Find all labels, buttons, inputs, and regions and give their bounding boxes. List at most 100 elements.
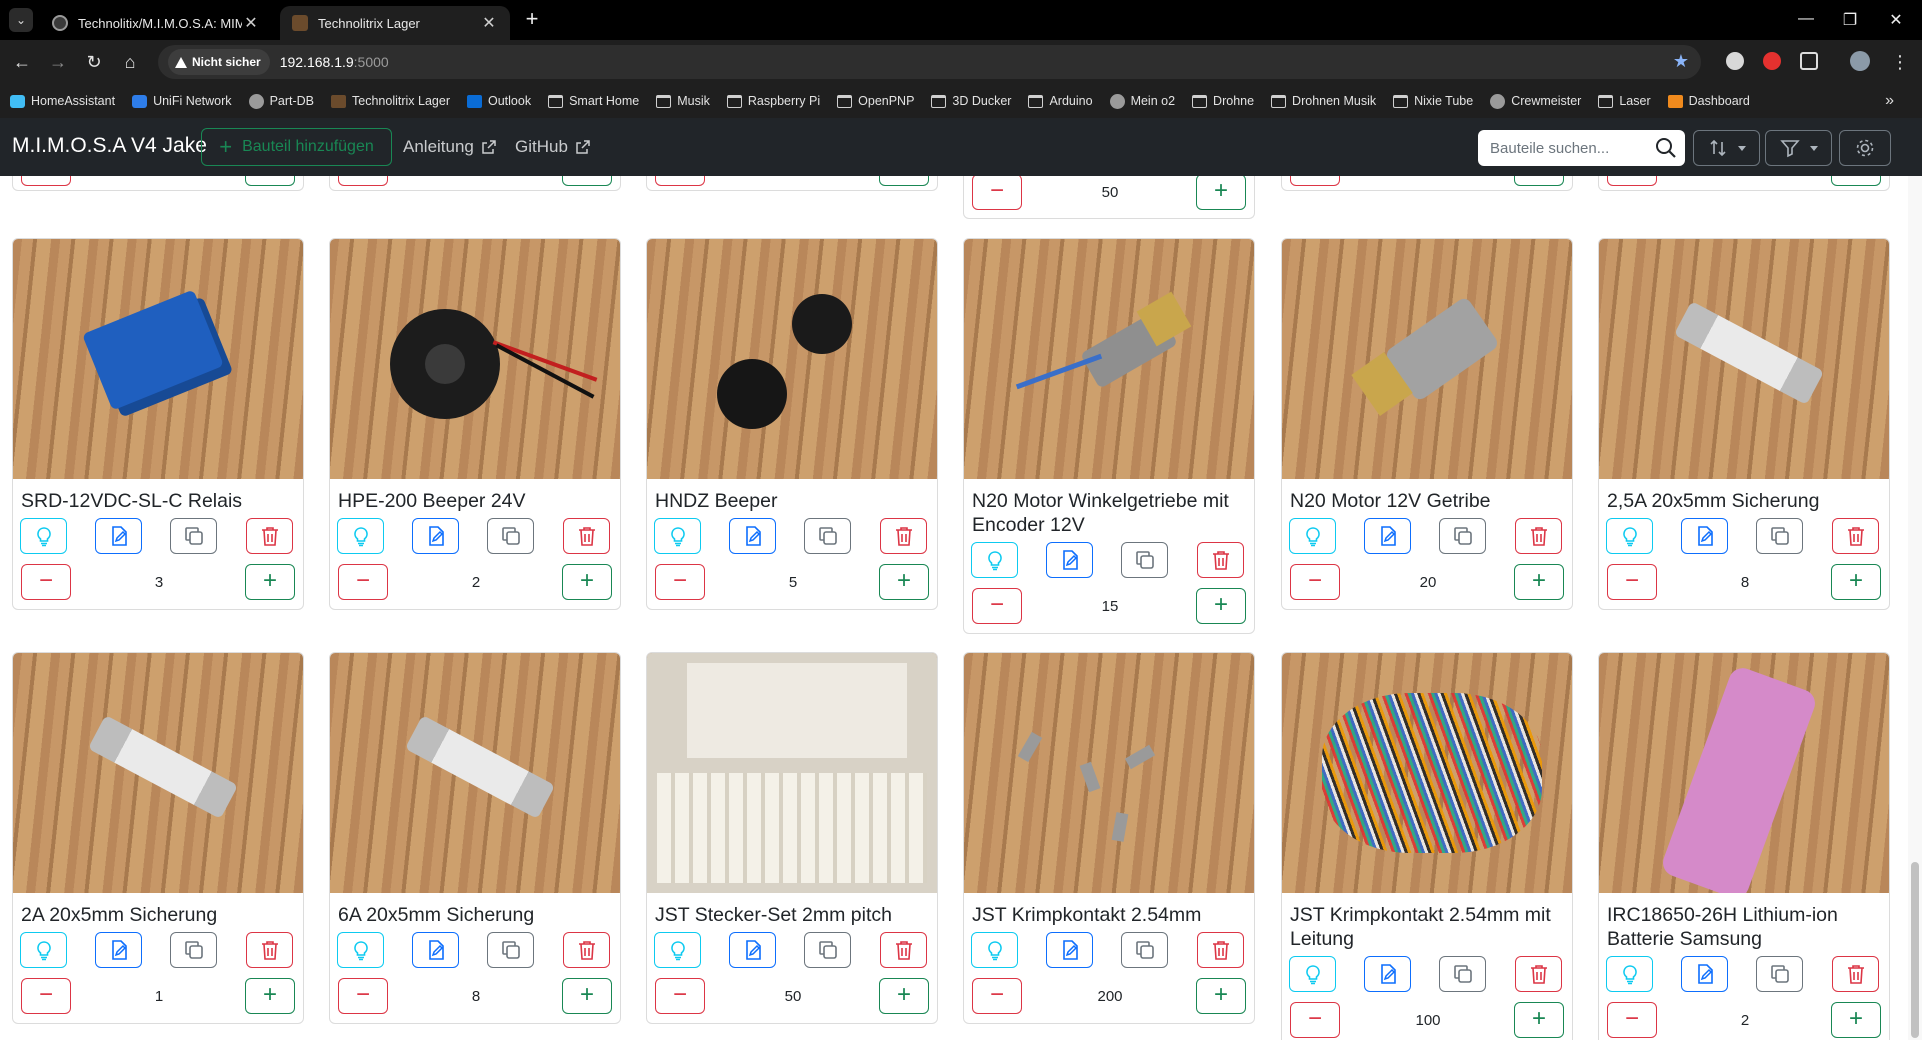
filter-dropdown-button[interactable]	[1765, 130, 1832, 166]
decrease-quantity-button[interactable]: −	[1290, 564, 1340, 600]
increase-quantity-button[interactable]	[562, 176, 612, 186]
decrease-quantity-button[interactable]: −	[655, 978, 705, 1014]
decrease-quantity-button[interactable]: −	[1607, 564, 1657, 600]
info-button[interactable]	[1289, 518, 1336, 554]
close-tab-icon[interactable]: ✕	[242, 13, 260, 33]
info-button[interactable]	[1606, 956, 1653, 992]
decrease-quantity-button[interactable]: −	[338, 564, 388, 600]
delete-button[interactable]	[1515, 956, 1562, 992]
edit-button[interactable]	[1046, 542, 1093, 578]
extensions-puzzle-icon[interactable]	[1800, 52, 1818, 70]
increase-quantity-button[interactable]: +	[1196, 588, 1246, 624]
info-button[interactable]	[1289, 956, 1336, 992]
edit-button[interactable]	[1364, 518, 1411, 554]
settings-button[interactable]	[1839, 130, 1891, 166]
edit-button[interactable]	[412, 932, 459, 968]
decrease-quantity-button[interactable]	[1607, 176, 1657, 186]
decrease-quantity-button[interactable]: −	[972, 588, 1022, 624]
bookmark-item[interactable]: OpenPNP	[837, 94, 914, 108]
duplicate-button[interactable]	[1439, 956, 1486, 992]
increase-quantity-button[interactable]	[1514, 176, 1564, 186]
info-button[interactable]	[971, 932, 1018, 968]
edit-button[interactable]	[1681, 956, 1728, 992]
part-image[interactable]	[330, 653, 620, 893]
part-image[interactable]	[1599, 239, 1889, 479]
edit-button[interactable]	[1681, 518, 1728, 554]
edit-button[interactable]	[1364, 956, 1411, 992]
minimize-icon[interactable]: —	[1796, 10, 1816, 28]
bookmark-item[interactable]: Arduino	[1028, 94, 1093, 108]
bookmark-item[interactable]: HomeAssistant	[10, 94, 115, 108]
part-image[interactable]	[647, 239, 937, 479]
part-image[interactable]	[13, 239, 303, 479]
bookmark-item[interactable]: Outlook	[466, 94, 531, 108]
decrease-quantity-button[interactable]: −	[1290, 1002, 1340, 1038]
increase-quantity-button[interactable]: +	[245, 564, 295, 600]
add-part-button[interactable]: + Bauteil hinzufügen	[201, 128, 392, 166]
increase-quantity-button[interactable]: +	[879, 564, 929, 600]
part-image[interactable]	[964, 239, 1254, 479]
duplicate-button[interactable]	[487, 932, 534, 968]
info-button[interactable]	[337, 518, 384, 554]
tab-search-button[interactable]: ⌄	[9, 8, 33, 32]
browser-tab-github[interactable]: Technolitix/M.I.M.O.S.A: MIMOS ✕	[40, 6, 272, 40]
decrease-quantity-button[interactable]: −	[21, 564, 71, 600]
increase-quantity-button[interactable]	[879, 176, 929, 186]
profile-avatar[interactable]	[1850, 51, 1870, 71]
delete-button[interactable]	[1197, 542, 1244, 578]
increase-quantity-button[interactable]: +	[1831, 564, 1881, 600]
restore-icon[interactable]: ❐	[1840, 10, 1860, 30]
bookmark-item[interactable]: Smart Home	[548, 94, 639, 108]
decrease-quantity-button[interactable]: −	[972, 978, 1022, 1014]
part-image[interactable]	[647, 653, 937, 893]
part-image[interactable]	[330, 239, 620, 479]
nav-link-anleitung[interactable]: Anleitung	[403, 137, 497, 157]
close-window-icon[interactable]: ✕	[1886, 10, 1906, 30]
decrease-quantity-button[interactable]: −	[655, 564, 705, 600]
browser-menu-icon[interactable]: ⋮	[1888, 50, 1912, 74]
bookmark-item[interactable]: Drohne	[1192, 94, 1254, 108]
edit-button[interactable]	[95, 518, 142, 554]
back-icon[interactable]: ←	[10, 50, 34, 74]
bookmark-star-icon[interactable]: ★	[1673, 51, 1689, 72]
increase-quantity-button[interactable]: +	[1196, 176, 1246, 210]
increase-quantity-button[interactable]: +	[562, 978, 612, 1014]
bookmark-item[interactable]: Crewmeister	[1490, 93, 1581, 109]
scrollbar-thumb[interactable]	[1911, 862, 1919, 1038]
part-image[interactable]	[13, 653, 303, 893]
bookmark-item[interactable]: Musik	[656, 94, 710, 108]
close-tab-icon[interactable]: ✕	[480, 13, 498, 33]
delete-button[interactable]	[1832, 518, 1879, 554]
increase-quantity-button[interactable]: +	[1831, 1002, 1881, 1038]
address-bar[interactable]: Nicht sicher 192.168.1.9:5000 ★	[158, 45, 1701, 79]
delete-button[interactable]	[563, 932, 610, 968]
increase-quantity-button[interactable]: +	[1514, 1002, 1564, 1038]
security-chip[interactable]: Nicht sicher	[168, 49, 270, 75]
delete-button[interactable]	[1197, 932, 1244, 968]
duplicate-button[interactable]	[170, 518, 217, 554]
new-tab-button[interactable]: +	[520, 8, 544, 32]
bookmark-item[interactable]: Nixie Tube	[1393, 94, 1473, 108]
duplicate-button[interactable]	[1121, 932, 1168, 968]
info-button[interactable]	[20, 932, 67, 968]
edit-button[interactable]	[729, 518, 776, 554]
delete-button[interactable]	[880, 932, 927, 968]
duplicate-button[interactable]	[804, 932, 851, 968]
adblock-icon[interactable]	[1763, 52, 1781, 70]
increase-quantity-button[interactable]	[1831, 176, 1881, 186]
duplicate-button[interactable]	[1121, 542, 1168, 578]
bookmark-item[interactable]: Laser	[1598, 94, 1651, 108]
part-image[interactable]	[964, 653, 1254, 893]
bookmark-item[interactable]: Dashboard	[1667, 94, 1750, 108]
delete-button[interactable]	[563, 518, 610, 554]
edit-button[interactable]	[95, 932, 142, 968]
increase-quantity-button[interactable]: +	[245, 978, 295, 1014]
decrease-quantity-button[interactable]	[338, 176, 388, 186]
edit-button[interactable]	[1046, 932, 1093, 968]
bookmark-item[interactable]: UniFi Network	[132, 94, 232, 108]
duplicate-button[interactable]	[1756, 518, 1803, 554]
bookmark-item[interactable]: 3D Ducker	[931, 94, 1011, 108]
page-scrollbar[interactable]	[1908, 176, 1922, 1040]
delete-button[interactable]	[1832, 956, 1879, 992]
increase-quantity-button[interactable]: +	[562, 564, 612, 600]
